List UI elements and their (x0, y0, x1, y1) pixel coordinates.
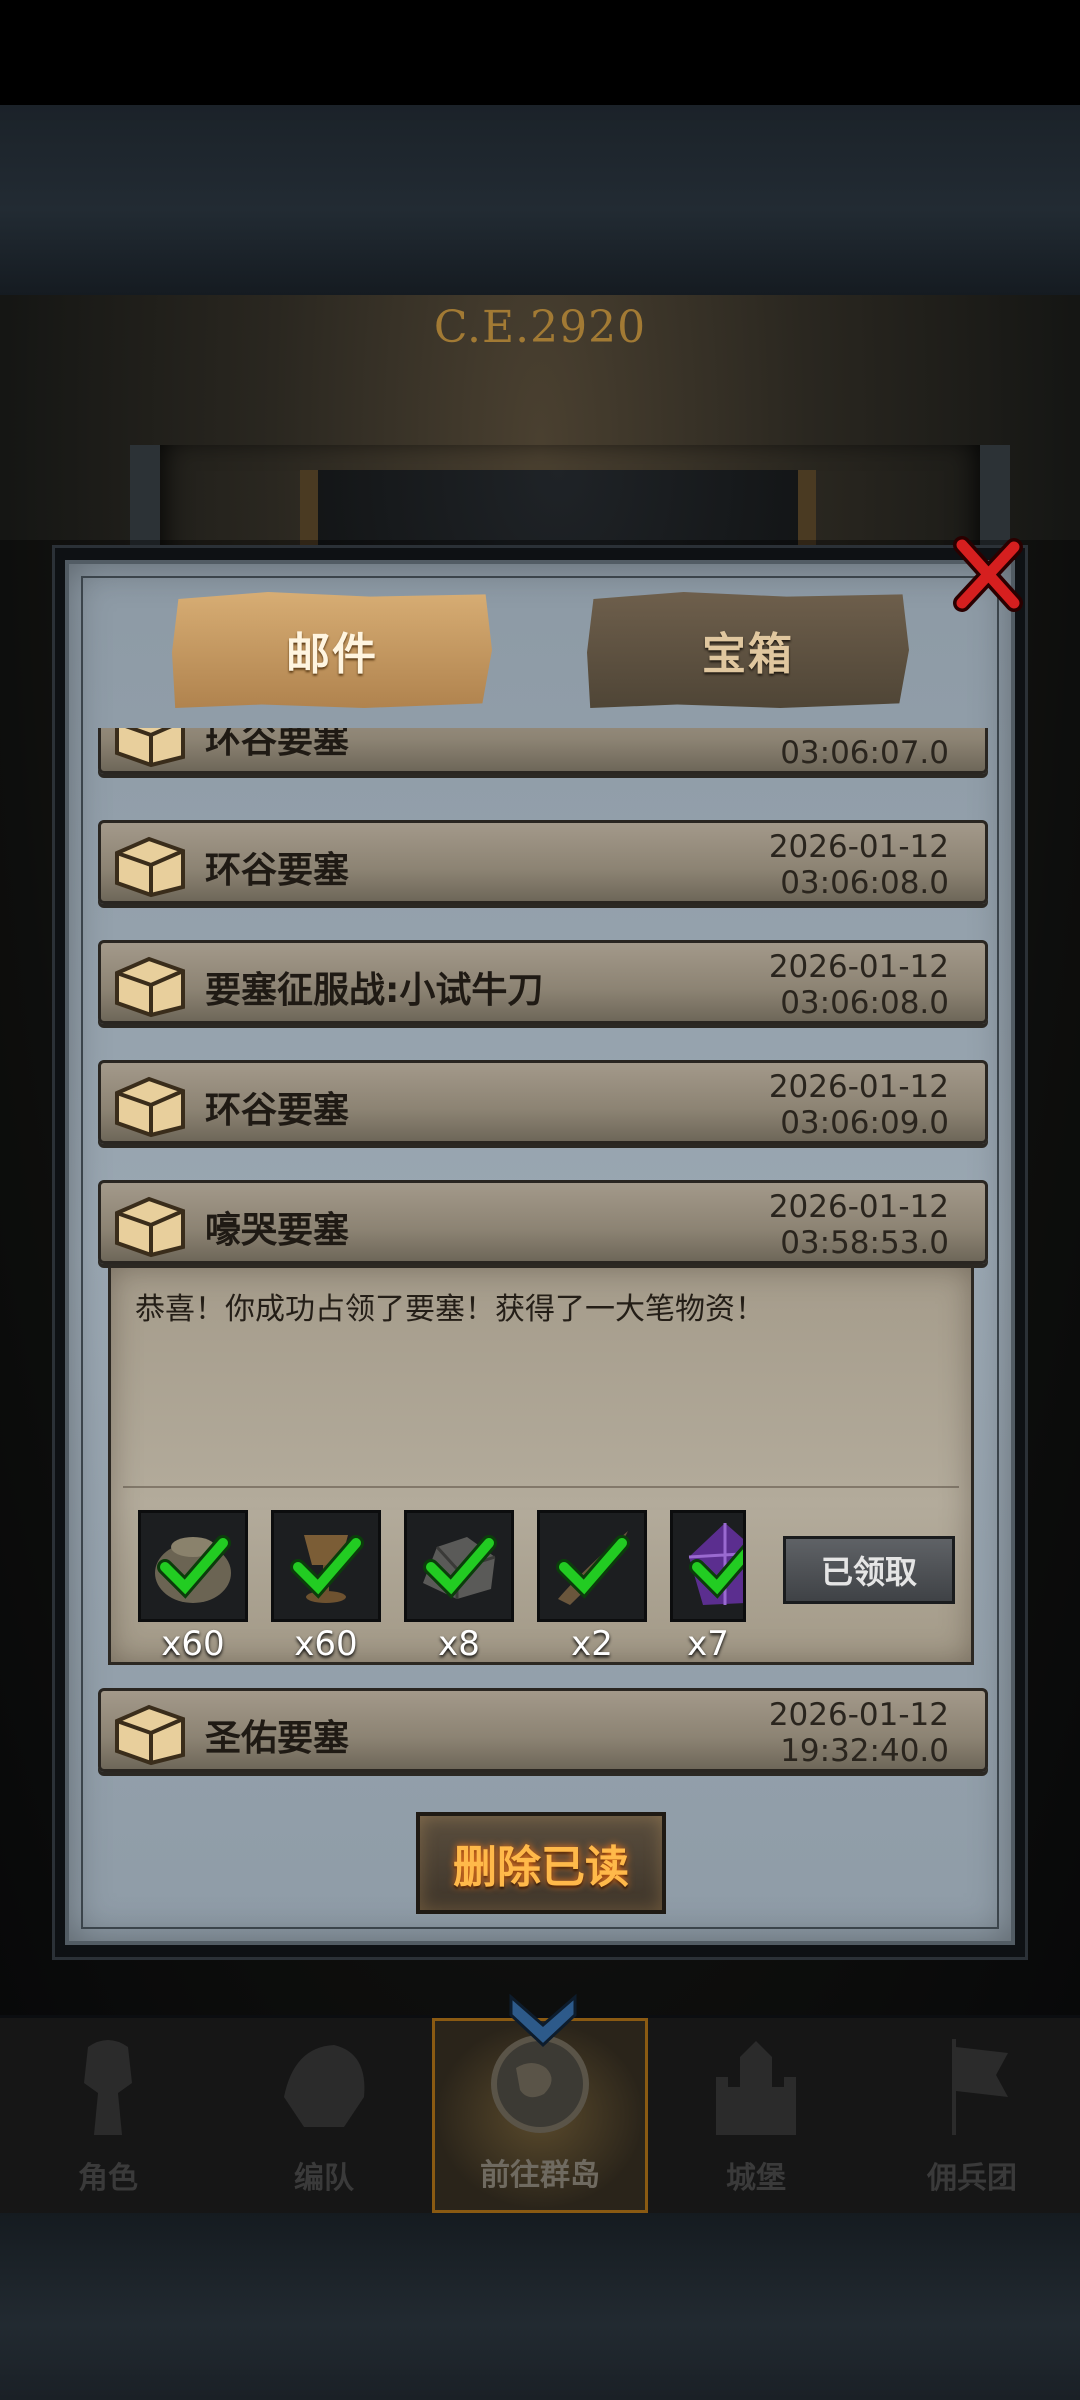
divider (123, 1486, 959, 1488)
reward-slot[interactable] (537, 1510, 647, 1622)
bottom-band (0, 2213, 1080, 2400)
mail-date: 2026-01-12 (768, 1189, 949, 1225)
nav-item-character[interactable]: 角色 (0, 2018, 216, 2213)
top-band (0, 105, 1080, 295)
tab-mail[interactable]: 邮件 (172, 592, 492, 708)
horn-icon (556, 1531, 630, 1605)
mail-item-expanded[interactable]: 嚎哭要塞 2026-01-12 03:58:53.0 (98, 1180, 988, 1264)
reward-slot[interactable] (271, 1510, 381, 1622)
mail-item[interactable]: 要塞征服战:小试牛刀 2026-01-12 03:06:08.0 (98, 940, 988, 1024)
treasure-chest-icon (115, 956, 185, 1018)
mail-date: 2026-01-12 (768, 1069, 949, 1105)
nav-item-mercenaries[interactable]: 佣兵团 (864, 2018, 1080, 2213)
reward-count: x2 (571, 1624, 613, 1664)
mail-date: 2026-01-12 (768, 829, 949, 865)
mail-time: 03:06:09.0 (780, 1105, 949, 1141)
treasure-chest-icon (115, 728, 185, 768)
reward-slot[interactable] (670, 1510, 746, 1622)
mail-title: 要塞征服战:小试牛刀 (205, 970, 544, 1011)
nav-label: 编队 (294, 2161, 354, 2196)
nav-label: 角色 (78, 2161, 138, 2196)
nav-label: 佣兵团 (927, 2161, 1017, 2196)
mail-time: 19:32:40.0 (780, 1733, 949, 1769)
sack-icon (155, 1535, 231, 1603)
claimed-button[interactable]: 已领取 (783, 1536, 955, 1604)
treasure-chest-icon (115, 1196, 185, 1258)
nav-label: 城堡 (726, 2161, 786, 2196)
mail-date: 2026-01-12 (768, 949, 949, 985)
mail-time: 03:06:08.0 (780, 985, 949, 1021)
mail-item[interactable]: 环谷要塞 2026-01-12 03:06:08.0 (98, 820, 988, 904)
reward-count: x7 (687, 1624, 729, 1664)
mail-title: 环谷要塞 (205, 728, 350, 761)
mail-date: 2026-01-12 (769, 728, 949, 735)
status-bar (0, 0, 1080, 105)
nav-item-formation[interactable]: 编队 (216, 2018, 432, 2213)
treasure-chest-icon (115, 836, 185, 898)
mail-detail-panel: 恭喜！你成功占领了要塞！获得了一大笔物资！ x60 x60 x8 x2 x7 已… (108, 1265, 974, 1665)
mail-title: 圣佑要塞 (205, 1718, 350, 1759)
mail-item[interactable]: 环谷要塞 2026-01-12 03:06:09.0 (98, 1060, 988, 1144)
ore-icon (423, 1535, 497, 1599)
mail-date: 2026-01-12 (768, 1697, 949, 1733)
mail-time: 03:06:08.0 (780, 865, 949, 901)
mail-title: 嚎哭要塞 (205, 1210, 350, 1251)
mail-time: 03:58:53.0 (780, 1225, 949, 1261)
mail-title: 环谷要塞 (205, 850, 350, 891)
mail-title: 环谷要塞 (205, 1090, 350, 1131)
crystal-icon (688, 1523, 743, 1605)
goblet-icon (290, 1535, 364, 1603)
treasure-chest-icon (115, 1076, 185, 1138)
mail-item[interactable]: 圣佑要塞 2026-01-12 19:32:40.0 (98, 1688, 988, 1772)
knight-icon (84, 2040, 132, 2135)
reward-slot[interactable] (404, 1510, 514, 1622)
mail-message: 恭喜！你成功占领了要塞！获得了一大笔物资！ (135, 1292, 765, 1327)
era-label: C.E.2920 (433, 302, 647, 353)
delete-read-button[interactable]: 删除已读 (416, 1812, 666, 1914)
reward-count: x8 (438, 1624, 480, 1664)
close-icon (953, 536, 1023, 612)
tab-chest[interactable]: 宝箱 (587, 592, 909, 708)
castle-icon (716, 2041, 796, 2135)
bottom-nav: 角色 编队 前往群岛 城堡 佣兵团 (0, 1993, 1080, 2213)
close-button[interactable] (948, 535, 1028, 615)
mail-time: 03:06:07.0 (780, 735, 949, 771)
mail-item[interactable]: 环谷要塞 2026-01-12 03:06:07.0 (98, 728, 988, 774)
nav-label: 前往群岛 (480, 2158, 600, 2193)
helmet-icon (284, 2045, 365, 2127)
reward-slot[interactable] (138, 1510, 248, 1622)
chevron-down-icon (509, 1993, 577, 2048)
reward-count: x60 (294, 1624, 358, 1664)
treasure-chest-icon (115, 1704, 185, 1766)
reward-count: x60 (161, 1624, 225, 1664)
nav-item-castle[interactable]: 城堡 (648, 2018, 864, 2213)
banner-icon (952, 2039, 1008, 2135)
nav-item-islands[interactable]: 前往群岛 (432, 1993, 648, 2213)
